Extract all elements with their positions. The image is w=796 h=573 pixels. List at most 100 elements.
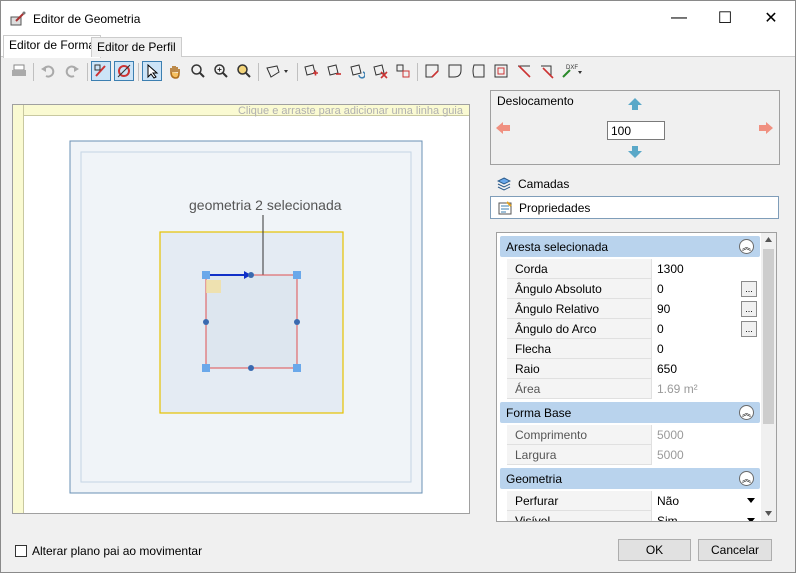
ok-button[interactable]: OK — [618, 539, 691, 561]
property-row: Área 1.69 m² — [507, 378, 759, 399]
property-name: Perfurar — [507, 490, 652, 511]
cancel-button[interactable]: Cancelar — [698, 539, 772, 561]
window-title: Editor de Geometria — [33, 12, 141, 26]
layers-section[interactable]: Camadas — [490, 172, 779, 195]
property-row: Ângulo do Arco 0... — [507, 318, 759, 339]
ellipsis-button[interactable]: ... — [741, 301, 757, 317]
property-row: Ângulo Relativo 90... — [507, 298, 759, 319]
zoom-fit-icon[interactable] — [234, 61, 254, 81]
collapse-icon[interactable]: ︽ — [739, 471, 754, 486]
midpoint-handle[interactable] — [294, 319, 300, 325]
zoom-in-icon[interactable] — [211, 61, 231, 81]
move-parent-plane-checkbox[interactable] — [15, 545, 27, 557]
arrow-right-icon[interactable] — [759, 122, 773, 134]
maximize-icon: ☐ — [717, 10, 733, 27]
property-name: Ângulo Relativo — [507, 298, 652, 319]
property-value[interactable]: 650 — [652, 358, 759, 379]
midpoint-handle[interactable] — [203, 319, 209, 325]
property-value[interactable]: Sim — [652, 510, 759, 521]
snap-point-icon[interactable] — [114, 61, 134, 81]
property-row: Corda 1300 — [507, 258, 759, 279]
remove-node-icon[interactable] — [324, 61, 344, 81]
property-value: 1.69 m² — [652, 378, 759, 399]
add-node-icon[interactable] — [301, 61, 321, 81]
offset-panel: Deslocamento 100 — [490, 90, 780, 165]
arrow-down-icon[interactable] — [628, 146, 642, 158]
corner-handle[interactable] — [293, 364, 301, 372]
offset-input[interactable]: 100 — [607, 121, 665, 140]
property-name: Raio — [507, 358, 652, 379]
drawing-canvas[interactable]: Clique e arraste para adicionar uma linh… — [12, 104, 470, 514]
offset-shape-icon[interactable] — [491, 61, 511, 81]
maximize-button[interactable]: ☐ — [702, 1, 748, 35]
edge-highlight — [206, 280, 221, 293]
property-scrollbar[interactable] — [761, 233, 776, 521]
property-group-header[interactable]: Geometria ︽ — [500, 468, 760, 489]
dropdown-arrow-icon[interactable] — [747, 498, 755, 503]
property-row: Ângulo Absoluto 0... — [507, 278, 759, 299]
offset-label: Deslocamento — [497, 94, 574, 108]
property-name: Ângulo Absoluto — [507, 278, 652, 299]
split-shape-icon[interactable] — [393, 61, 413, 81]
property-name: Área — [507, 378, 652, 399]
property-value: 5000 — [652, 424, 759, 445]
property-grid-content: Aresta selecionada ︽ Corda 1300 Ângulo Absol… — [497, 233, 763, 521]
property-row: Largura 5000 — [507, 444, 759, 465]
trim-edge-icon[interactable] — [537, 61, 557, 81]
scroll-up-icon[interactable] — [765, 237, 772, 242]
property-value: 5000 — [652, 444, 759, 465]
property-row: Comprimento 5000 — [507, 424, 759, 445]
property-value[interactable]: Não — [652, 490, 759, 511]
toolbar: DXF — [1, 58, 795, 86]
fillet-icon[interactable] — [445, 61, 465, 81]
property-grid: Aresta selecionada ︽ Corda 1300 Ângulo Absol… — [496, 232, 777, 522]
property-name: Corda — [507, 258, 652, 279]
collapse-icon[interactable]: ︽ — [739, 239, 754, 254]
property-name: Ângulo do Arco — [507, 318, 652, 339]
property-row: Flecha 0 — [507, 338, 759, 359]
layers-label: Camadas — [518, 176, 570, 191]
properties-section[interactable]: Propriedades — [490, 196, 779, 219]
delete-shape-icon[interactable] — [370, 61, 390, 81]
pan-hand-icon[interactable] — [165, 61, 185, 81]
rotate-shape-icon[interactable] — [347, 61, 367, 81]
tab-profile-editor[interactable]: Editor de Perfil — [91, 37, 182, 57]
midpoint-handle[interactable] — [248, 272, 254, 278]
arrow-left-icon[interactable] — [496, 122, 510, 134]
scroll-down-icon[interactable] — [765, 511, 772, 516]
property-group-title: Forma Base — [506, 405, 572, 420]
properties-icon — [497, 200, 513, 216]
cut-edge-icon[interactable] — [514, 61, 534, 81]
shape-dropdown-icon[interactable] — [263, 61, 293, 81]
tab-shape-editor[interactable]: Editor de Forma — [3, 35, 102, 58]
property-value[interactable]: 1300 — [652, 258, 759, 279]
corner-handle[interactable] — [202, 271, 210, 279]
corner-handle[interactable] — [293, 271, 301, 279]
redo-icon[interactable] — [62, 61, 82, 81]
chamfer-icon[interactable] — [422, 61, 442, 81]
property-group-header[interactable]: Forma Base ︽ — [500, 402, 760, 423]
ellipsis-button[interactable]: ... — [741, 281, 757, 297]
scroll-thumb[interactable] — [763, 249, 774, 424]
undo-icon[interactable] — [38, 61, 58, 81]
zoom-icon[interactable] — [188, 61, 208, 81]
property-value[interactable]: 0 — [652, 338, 759, 359]
edge-round-icon[interactable] — [468, 61, 488, 81]
select-pointer-icon[interactable] — [142, 61, 162, 81]
collapse-icon[interactable]: ︽ — [739, 405, 754, 420]
property-name: Comprimento — [507, 424, 652, 445]
dxf-import-icon[interactable]: DXF — [560, 61, 586, 81]
title-bar: Editor de Geometria — ☐ ✕ — [1, 1, 795, 35]
midpoint-handle[interactable] — [248, 365, 254, 371]
property-row: Visível Sim — [507, 510, 759, 521]
ellipsis-button[interactable]: ... — [741, 321, 757, 337]
dropdown-arrow-icon[interactable] — [747, 518, 755, 521]
drawing-svg — [69, 140, 423, 494]
minimize-button[interactable]: — — [656, 1, 702, 35]
arrow-up-icon[interactable] — [628, 98, 642, 110]
print-icon[interactable] — [9, 61, 29, 81]
close-button[interactable]: ✕ — [748, 1, 794, 35]
property-group-header[interactable]: Aresta selecionada ︽ — [500, 236, 760, 257]
corner-handle[interactable] — [202, 364, 210, 372]
snap-edit-icon[interactable] — [91, 61, 111, 81]
